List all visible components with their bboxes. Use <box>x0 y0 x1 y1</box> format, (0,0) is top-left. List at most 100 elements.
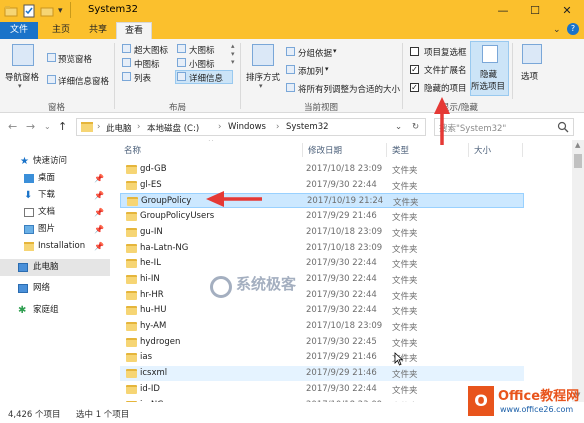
file-extensions-checkbox[interactable]: ✓ <box>410 65 419 74</box>
refresh-icon[interactable]: ↻ <box>412 122 419 132</box>
maximize-button[interactable]: ☐ <box>519 0 551 22</box>
tab-home[interactable]: 主页 <box>42 22 80 39</box>
nav-network[interactable]: 网络 <box>0 280 110 297</box>
scrollbar-thumb[interactable] <box>574 154 582 168</box>
column-separator[interactable] <box>468 143 469 157</box>
column-header-size[interactable]: 大小 <box>474 144 491 156</box>
search-box[interactable]: 搜索"System32" <box>434 118 574 136</box>
tab-file[interactable]: 文件 <box>0 22 38 39</box>
medium-icons-option[interactable]: 中图标 <box>134 58 160 70</box>
table-row[interactable]: ias 2017/9/29 21:46 文件夹 <box>120 350 524 365</box>
column-separator[interactable] <box>302 143 303 157</box>
file-date: 2017/9/30 22:44 <box>306 289 377 300</box>
table-row[interactable]: GroupPolicy 2017/10/19 21:24 文件夹 <box>120 193 524 209</box>
forward-button[interactable]: → <box>26 120 35 133</box>
breadcrumb-this-pc[interactable]: 此电脑 <box>106 122 132 134</box>
column-header-name[interactable]: 名称 <box>124 144 141 156</box>
table-row[interactable]: hi-IN 2017/9/30 22:44 文件夹 <box>120 272 524 287</box>
help-icon[interactable]: ? <box>567 23 579 35</box>
details-pane-button[interactable]: 详细信息窗格 <box>58 75 109 87</box>
file-date: 2017/9/29 21:46 <box>306 352 377 363</box>
tab-view[interactable]: 查看 <box>116 22 152 39</box>
properties-icon[interactable] <box>22 4 36 18</box>
collapse-ribbon-icon[interactable]: ⌄ <box>553 25 561 35</box>
table-row[interactable]: gl-ES 2017/9/30 22:44 文件夹 <box>120 178 524 193</box>
table-row[interactable]: he-IL 2017/9/30 22:44 文件夹 <box>120 256 524 271</box>
table-row[interactable]: icsxml 2017/9/29 21:46 文件夹 <box>120 366 524 382</box>
add-columns-button[interactable]: 添加列 <box>298 65 324 77</box>
file-name: GroupPolicyUsers <box>140 211 215 222</box>
table-row[interactable]: gu-IN 2017/10/18 23:09 文件夹 <box>120 225 524 240</box>
tab-share[interactable]: 共享 <box>80 22 116 39</box>
breadcrumb-separator-icon[interactable]: › <box>137 122 140 132</box>
sidebar-item-downloads[interactable]: ⬇ 下载 📌 <box>0 187 110 204</box>
breadcrumb-system32[interactable]: System32 <box>286 122 329 132</box>
table-row[interactable]: hu-HU 2017/9/30 22:44 文件夹 <box>120 303 524 318</box>
pin-icon[interactable]: 📌 <box>94 170 104 187</box>
group-by-dropdown-icon[interactable]: ▾ <box>333 47 337 55</box>
hidden-items-checkbox[interactable]: ✓ <box>410 83 419 92</box>
xl-icons-option[interactable]: 超大图标 <box>134 44 168 56</box>
up-button[interactable]: ↑ <box>58 120 67 133</box>
column-header-type[interactable]: 类型 <box>392 144 409 156</box>
folder-icon <box>126 353 137 363</box>
details-option[interactable]: 详细信息 <box>189 72 223 84</box>
size-columns-button[interactable]: 将所有列调整为合适的大小 <box>298 83 400 95</box>
small-icons-option[interactable]: 小图标 <box>189 58 215 70</box>
file-name: hydrogen <box>140 336 181 347</box>
file-type: 文件夹 <box>392 275 418 286</box>
sidebar-item-installation[interactable]: Installation 📌 <box>0 238 110 255</box>
sidebar-item-desktop[interactable]: 桌面 📌 <box>0 170 110 187</box>
nav-pane-label: 导航窗格 <box>5 73 40 83</box>
column-header-date[interactable]: 修改日期 <box>308 144 342 156</box>
address-dropdown-icon[interactable]: ⌄ <box>395 122 402 132</box>
scroll-up-icon[interactable]: ▲ <box>575 141 580 149</box>
nav-quick-access[interactable]: ★ 快速访问 <box>0 153 110 170</box>
table-row[interactable]: ha-Latn-NG 2017/10/18 23:09 文件夹 <box>120 241 524 256</box>
homegroup-icon: ✱ <box>18 305 27 316</box>
address-bar[interactable]: › 此电脑 › 本地磁盘 (C:) › Windows › System32 ⌄… <box>76 118 426 136</box>
breadcrumb-windows[interactable]: Windows <box>228 122 266 132</box>
file-date: 2017/9/30 22:44 <box>306 179 377 190</box>
nav-this-pc[interactable]: 此电脑 <box>0 259 110 276</box>
table-row[interactable]: gd-GB 2017/10/18 23:09 文件夹 <box>120 162 524 177</box>
breadcrumb-drive-c[interactable]: 本地磁盘 (C:) <box>147 122 199 134</box>
new-folder-icon[interactable] <box>40 4 54 18</box>
folder-icon <box>126 337 137 347</box>
search-icon[interactable] <box>557 121 569 136</box>
file-name: he-IL <box>140 258 161 269</box>
layout-scroll-icon[interactable]: ▴ ▾ ▾ <box>231 42 235 66</box>
breadcrumb-separator-icon[interactable]: › <box>97 122 100 132</box>
table-row[interactable]: id-ID 2017/9/30 22:44 文件夹 <box>120 382 524 397</box>
cursor-icon <box>394 352 404 369</box>
close-button[interactable]: ✕ <box>551 0 583 22</box>
nav-homegroup[interactable]: ✱ 家庭组 <box>0 302 110 319</box>
vertical-scrollbar[interactable]: ▲ ▼ <box>572 140 584 402</box>
table-row[interactable]: GroupPolicyUsers 2017/9/29 21:46 文件夹 <box>120 209 524 224</box>
preview-pane-button[interactable]: 预览窗格 <box>58 53 92 65</box>
pin-icon[interactable]: 📌 <box>94 221 104 238</box>
pin-icon[interactable]: 📌 <box>94 187 104 204</box>
pin-icon[interactable]: 📌 <box>94 238 104 255</box>
recent-dropdown-icon[interactable]: ⌄ <box>44 122 51 131</box>
add-columns-dropdown-icon[interactable]: ▾ <box>325 65 329 73</box>
table-row[interactable]: hydrogen 2017/9/30 22:45 文件夹 <box>120 335 524 350</box>
column-separator[interactable] <box>522 143 523 157</box>
table-row[interactable]: hy-AM 2017/10/18 23:09 文件夹 <box>120 319 524 334</box>
sidebar-item-pictures[interactable]: 图片 📌 <box>0 221 110 238</box>
large-icons-option[interactable]: 大图标 <box>189 44 215 56</box>
nav-network-label: 网络 <box>33 283 51 293</box>
breadcrumb-separator-icon[interactable]: › <box>218 122 221 132</box>
list-option[interactable]: 列表 <box>134 72 151 84</box>
file-name: hi-IN <box>140 273 160 284</box>
sidebar-item-documents[interactable]: 文档 📌 <box>0 204 110 221</box>
breadcrumb-separator-icon[interactable]: › <box>276 122 279 132</box>
column-separator[interactable] <box>386 143 387 157</box>
table-row[interactable]: hr-HR 2017/9/30 22:44 文件夹 <box>120 288 524 303</box>
back-button[interactable]: ← <box>8 120 17 133</box>
item-checkboxes-checkbox[interactable] <box>410 47 419 56</box>
pin-icon[interactable]: 📌 <box>94 204 104 221</box>
group-by-button[interactable]: 分组依据 <box>298 47 332 59</box>
hide-selected-button[interactable]: 隐藏 所选项目 <box>470 41 509 96</box>
minimize-button[interactable]: — <box>487 0 519 22</box>
